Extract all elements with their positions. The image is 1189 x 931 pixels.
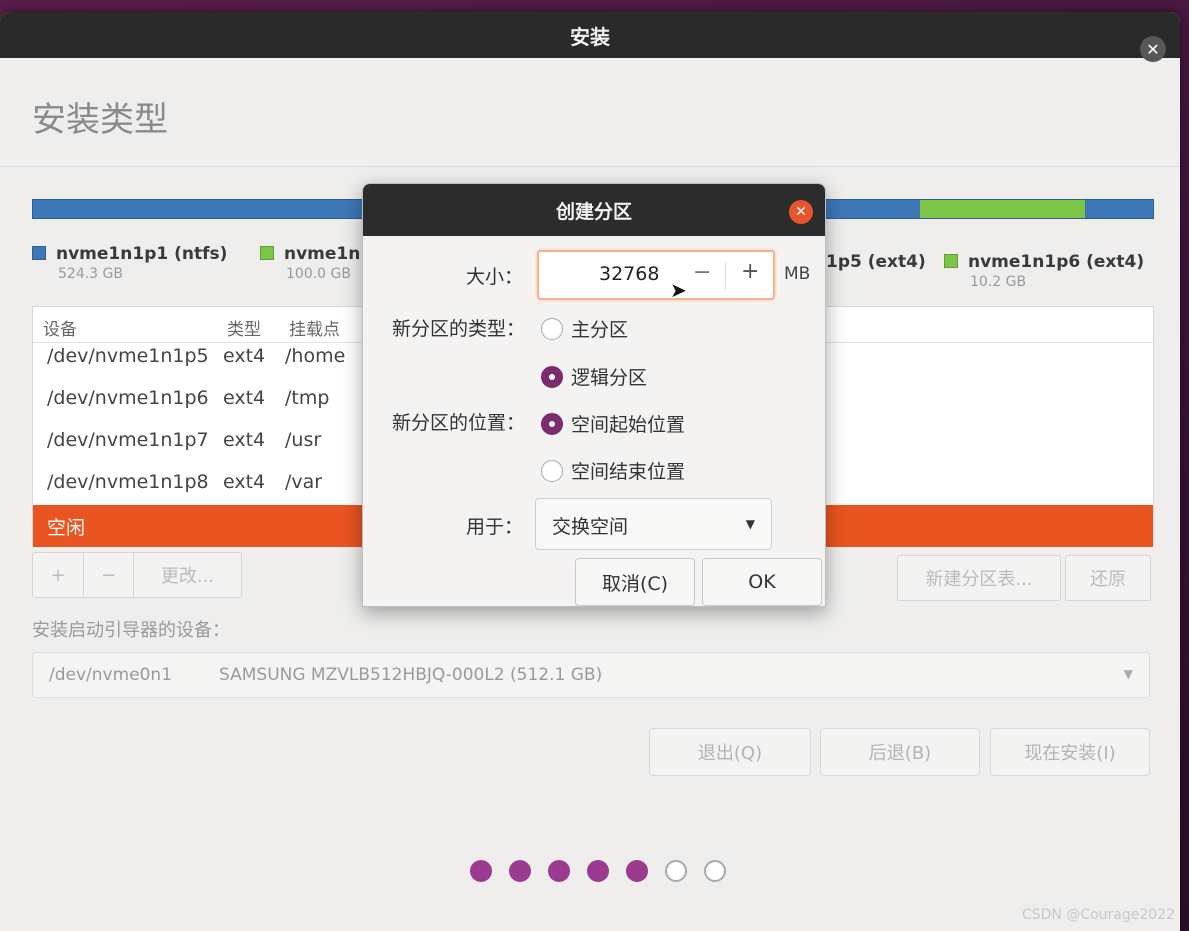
partition-bar-segment [1085, 200, 1153, 218]
row-type: ext4 [223, 471, 266, 493]
use-as-select[interactable]: 交换空间 ▼ [535, 498, 772, 550]
increment-button[interactable]: + [741, 259, 759, 284]
window-close-button[interactable]: ✕ [1140, 36, 1166, 62]
page-title: 安装类型 [32, 100, 168, 140]
cancel-button[interactable]: 取消(C) [575, 558, 695, 606]
row-type: ext4 [223, 387, 266, 409]
radio-label: 主分区 [571, 319, 629, 341]
legend-name: 1p5 (ext4) [826, 252, 926, 272]
radio-location-end[interactable]: 空间结束位置 [541, 457, 685, 484]
window-titlebar: 安装 ✕ [0, 12, 1180, 62]
progress-dot-done [587, 860, 609, 882]
chevron-down-icon: ▼ [1123, 667, 1133, 681]
boot-device-label: 安装启动引导器的设备： [32, 620, 230, 641]
legend-swatch [260, 246, 274, 260]
row-device: /dev/nvme1n1p8 [47, 471, 209, 493]
dialog-titlebar: 创建分区 ✕ [363, 184, 825, 236]
row-device: 空闲 [47, 517, 86, 539]
progress-dot-pending [704, 860, 726, 882]
new-partition-table-button[interactable]: 新建分区表... [897, 555, 1061, 601]
ok-button[interactable]: OK [702, 558, 822, 606]
progress-dot-done [509, 860, 531, 882]
window-title: 安装 [570, 24, 610, 49]
partition-bar-segment [920, 200, 1085, 218]
radio-label: 空间结束位置 [571, 461, 686, 483]
size-label: 大小： [465, 266, 523, 288]
progress-dot-done [548, 860, 570, 882]
partition-legend-item: nvme1n1p1 (ntfs) 524.3 GB [32, 244, 227, 282]
watermark: CSDN @Courage2022 [1021, 907, 1175, 923]
change-partition-button[interactable]: 更改... [134, 552, 242, 598]
radio-circle [541, 412, 563, 435]
progress-dot-pending [665, 860, 687, 882]
row-type: ext4 [223, 429, 266, 451]
back-button[interactable]: 后退(B) [820, 728, 980, 776]
partition-location-label: 新分区的位置： [391, 412, 525, 434]
boot-device-select[interactable]: /dev/nvme0n1 SAMSUNG MZVLB512HBJQ-000L2 … [32, 652, 1150, 698]
spin-divider [725, 262, 726, 290]
remove-partition-button[interactable]: − [84, 552, 134, 598]
row-device: /dev/nvme1n1p5 [47, 345, 209, 367]
size-value[interactable]: 32768 [599, 263, 659, 285]
radio-circle [541, 459, 563, 482]
legend-name: nvme1n [284, 244, 361, 264]
radio-primary[interactable]: 主分区 [541, 315, 628, 342]
chevron-down-icon: ▼ [745, 517, 755, 531]
progress-dot-done [470, 860, 492, 882]
size-spin-input[interactable]: 32768 − + [537, 250, 775, 300]
decrement-button[interactable]: − [693, 260, 711, 285]
partition-legend-item: nvme1n1p6 (ext4) 10.2 GB [944, 252, 1144, 290]
radio-circle [541, 365, 563, 388]
revert-button[interactable]: 还原 [1065, 555, 1151, 601]
add-partition-button[interactable]: + [32, 552, 84, 598]
use-as-label: 用于： [465, 516, 523, 538]
legend-size: 524.3 GB [58, 266, 123, 282]
partition-toolbar: + − 更改... [32, 552, 242, 598]
size-unit: MB [784, 264, 811, 284]
dialog-close-button[interactable]: ✕ [789, 200, 813, 224]
boot-device-path: /dev/nvme0n1 [49, 665, 173, 685]
mouse-pointer-icon: ➤ [670, 278, 687, 302]
use-as-value: 交换空间 [552, 516, 629, 538]
legend-name: nvme1n1p1 (ntfs) [56, 244, 228, 264]
legend-name: nvme1n1p6 (ext4) [968, 252, 1145, 272]
radio-circle [541, 317, 563, 340]
legend-swatch [944, 254, 958, 268]
progress-dots [470, 860, 726, 882]
row-mount: /var [285, 471, 323, 493]
legend-size: 100.0 GB [286, 266, 351, 282]
legend-size: 10.2 GB [970, 274, 1027, 290]
row-mount: /home [285, 345, 346, 367]
create-partition-dialog: 创建分区 ✕ 大小： 32768 − + MB 新分区的类型： 主分区 逻辑分区… [362, 183, 826, 607]
radio-location-start[interactable]: 空间起始位置 [541, 410, 685, 437]
partition-legend-item: nvme1n 100.0 GB [260, 244, 360, 282]
radio-logical[interactable]: 逻辑分区 [541, 363, 647, 390]
install-now-button[interactable]: 现在安装(I) [990, 728, 1150, 776]
dialog-title: 创建分区 [555, 200, 632, 223]
title-divider [0, 166, 1180, 167]
partition-legend-item: 1p5 (ext4) [826, 252, 926, 272]
close-icon: ✕ [1146, 39, 1160, 59]
radio-label: 逻辑分区 [571, 367, 648, 389]
boot-device-model: SAMSUNG MZVLB512HBJQ-000L2 (512.1 GB) [219, 665, 603, 685]
row-mount: /tmp [285, 387, 330, 409]
partition-type-label: 新分区的类型： [391, 318, 525, 340]
progress-dot-done [626, 860, 648, 882]
row-type: ext4 [223, 345, 266, 367]
legend-swatch [32, 246, 46, 260]
close-icon: ✕ [795, 204, 807, 220]
radio-label: 空间起始位置 [571, 414, 686, 436]
row-mount: /usr [285, 429, 322, 451]
row-device: /dev/nvme1n1p7 [47, 429, 209, 451]
quit-button[interactable]: 退出(Q) [649, 728, 811, 776]
row-device: /dev/nvme1n1p6 [47, 387, 209, 409]
